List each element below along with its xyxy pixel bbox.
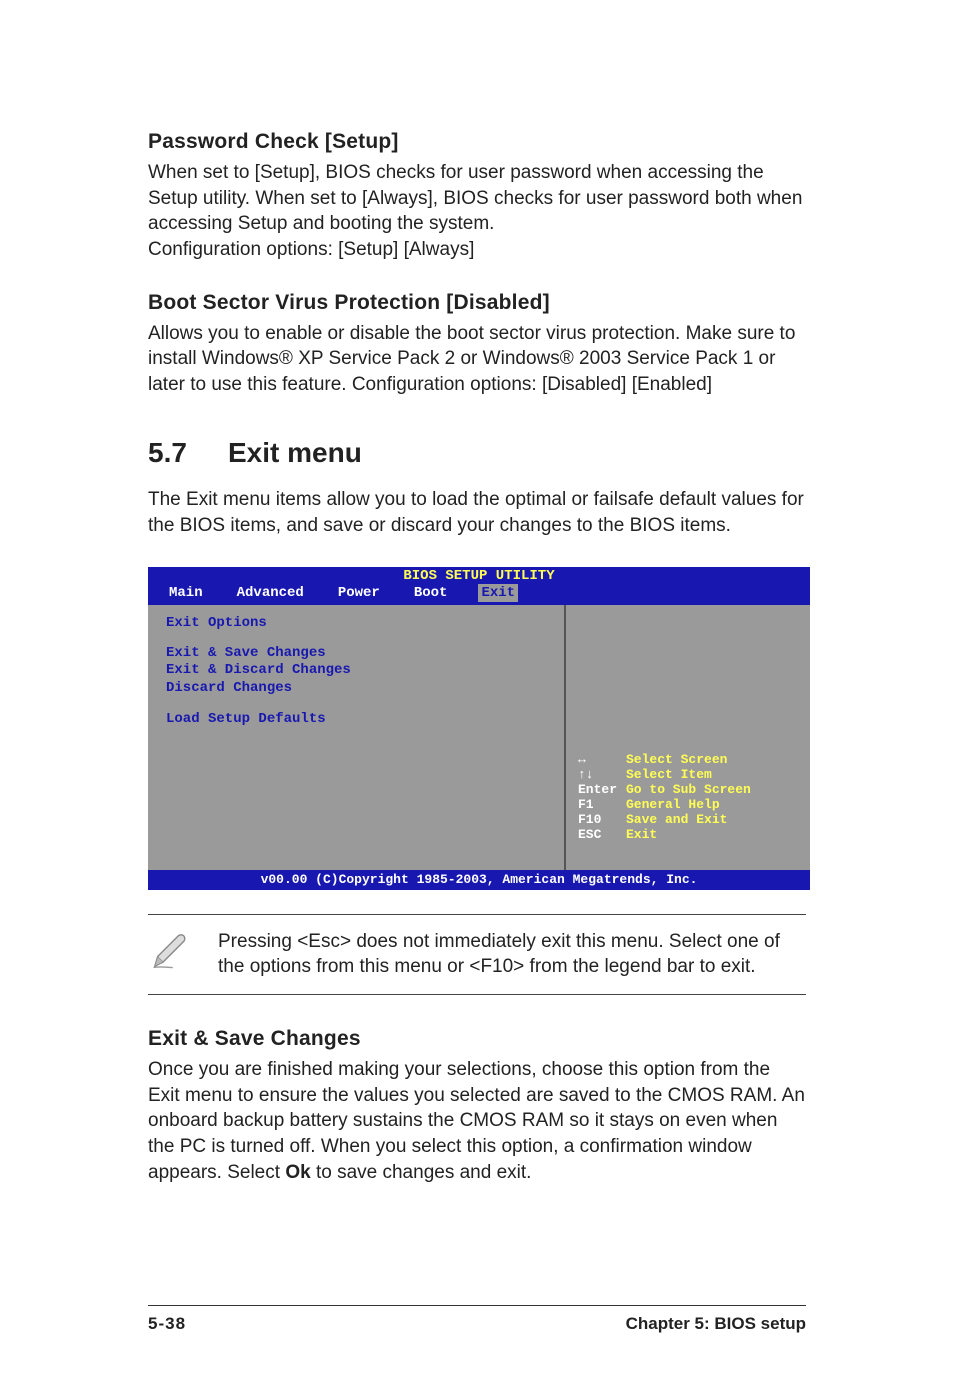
page-number: 5-38 xyxy=(148,1314,186,1334)
note-block: Pressing <Esc> does not immediately exit… xyxy=(148,914,806,995)
bios-tab-advanced[interactable]: Advanced xyxy=(234,584,307,602)
legend-key: ↑↓ xyxy=(578,767,626,782)
legend-key: ↔ xyxy=(578,752,626,767)
legend-label: Select Screen xyxy=(626,752,727,767)
bios-item-exit-discard[interactable]: Exit & Discard Changes xyxy=(166,662,546,680)
bios-tab-exit[interactable]: Exit xyxy=(478,584,518,602)
bios-item-exit-save[interactable]: Exit & Save Changes xyxy=(166,645,546,663)
body-exit-save-post: to save changes and exit. xyxy=(311,1162,532,1183)
heading-boot-sector: Boot Sector Virus Protection [Disabled] xyxy=(148,291,806,315)
legend-label: Select Item xyxy=(626,767,712,782)
note-text: Pressing <Esc> does not immediately exit… xyxy=(218,929,806,980)
bios-tab-boot[interactable]: Boot xyxy=(411,584,451,602)
chapter-title: Exit menu xyxy=(228,437,362,468)
heading-exit-save: Exit & Save Changes xyxy=(148,1027,806,1051)
body-exit-save-bold: Ok xyxy=(285,1162,310,1183)
bios-tab-main[interactable]: Main xyxy=(166,584,206,602)
bios-tab-power[interactable]: Power xyxy=(335,584,383,602)
legend-key: Enter xyxy=(578,782,626,797)
legend-label: Go to Sub Screen xyxy=(626,782,751,797)
bios-section-heading: Exit Options xyxy=(166,615,546,631)
legend-label: General Help xyxy=(626,797,720,812)
chapter-heading: 5.7Exit menu xyxy=(148,437,806,469)
pencil-icon xyxy=(148,929,218,978)
bios-copyright: v00.00 (C)Copyright 1985-2003, American … xyxy=(148,870,810,890)
bios-title: BIOS SETUP UTILITY xyxy=(148,568,810,584)
legend-key: F10 xyxy=(578,812,626,827)
bios-legend: ↔Select Screen ↑↓Select Item EnterGo to … xyxy=(566,605,810,870)
chapter-number: 5.7 xyxy=(148,437,228,469)
body-exit-save: Once you are finished making your select… xyxy=(148,1057,806,1185)
chapter-label: Chapter 5: BIOS setup xyxy=(626,1314,806,1334)
heading-password-check: Password Check [Setup] xyxy=(148,130,806,154)
bios-tabs: Main Advanced Power Boot Exit xyxy=(148,584,810,602)
bios-item-load-defaults[interactable]: Load Setup Defaults xyxy=(166,711,546,729)
body-password-check: When set to [Setup], BIOS checks for use… xyxy=(148,160,806,263)
legend-label: Save and Exit xyxy=(626,812,727,827)
bios-item-discard[interactable]: Discard Changes xyxy=(166,680,546,698)
legend-key: ESC xyxy=(578,827,626,842)
chapter-intro: The Exit menu items allow you to load th… xyxy=(148,487,806,538)
legend-label: Exit xyxy=(626,827,657,842)
page-footer: 5-38 Chapter 5: BIOS setup xyxy=(148,1305,806,1334)
bios-screenshot: BIOS SETUP UTILITY Main Advanced Power B… xyxy=(148,567,810,890)
body-boot-sector: Allows you to enable or disable the boot… xyxy=(148,321,806,398)
legend-key: F1 xyxy=(578,797,626,812)
